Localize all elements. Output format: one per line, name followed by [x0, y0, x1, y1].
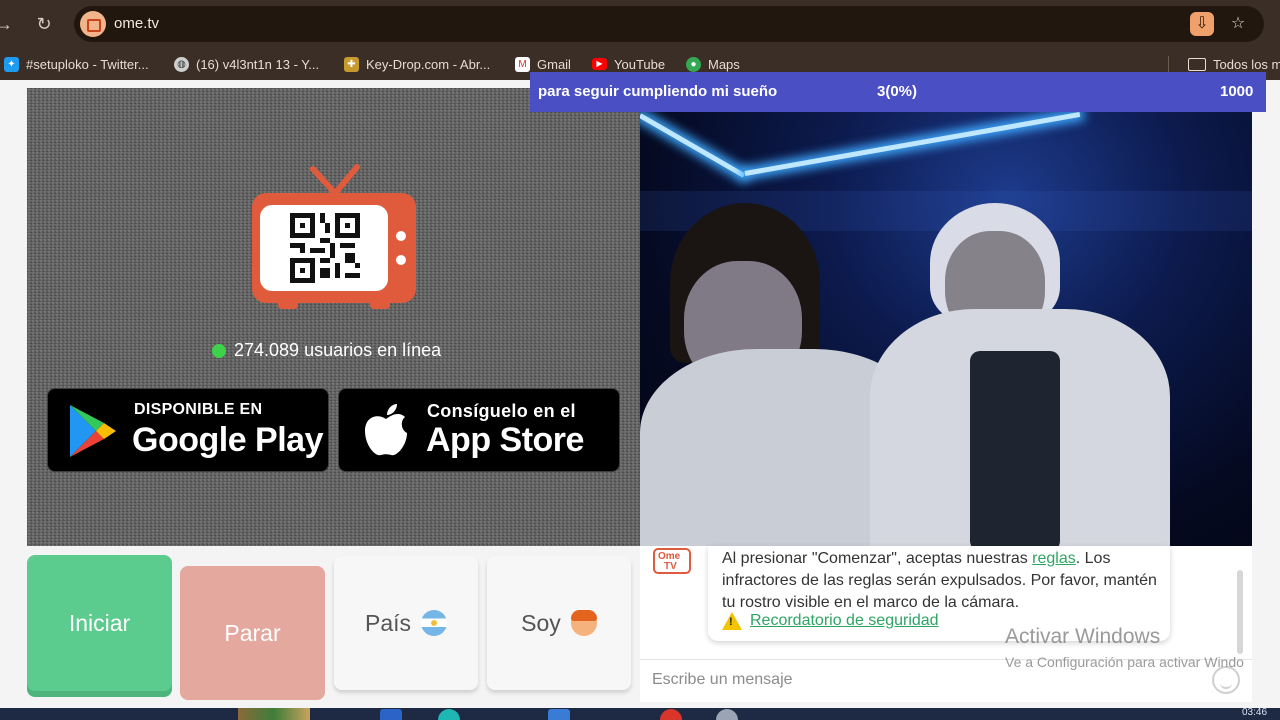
- bookmark-star-icon[interactable]: ☆: [1226, 12, 1250, 36]
- tv-knob: [396, 255, 406, 265]
- apple-logo-icon: [365, 404, 407, 456]
- tv-foot: [370, 301, 390, 309]
- taskbar-clock: 03:46: [1242, 707, 1268, 718]
- country-button[interactable]: País: [334, 556, 478, 690]
- argentina-flag-icon: [421, 610, 448, 636]
- rules-message-start: Al presionar "Comenzar", aceptas nuestra…: [722, 550, 1033, 567]
- google-play-icon: [70, 405, 116, 457]
- maps-pin-icon: ●: [686, 56, 701, 72]
- bookmark-label: #setuploko - Twitter...: [26, 56, 149, 72]
- stream-goal-banner: para seguir cumpliendo mi sueño 3(0%) 10…: [530, 72, 1266, 112]
- tv-knob: [396, 231, 406, 241]
- folder-icon: [1188, 57, 1206, 71]
- online-users-text: 274.089 usuarios en línea: [234, 340, 442, 360]
- activation-watermark-title: Activar Windows: [1005, 625, 1161, 648]
- bookmark-twitter[interactable]: ✦ #setuploko - Twitter...: [4, 55, 149, 73]
- safety-reminder: Recordatorio de seguridad: [722, 612, 939, 630]
- twitter-bird-icon: ✦: [4, 56, 19, 72]
- bookmark-label: Key-Drop.com - Abr...: [366, 56, 491, 72]
- taskbar-app-icon[interactable]: [380, 709, 402, 720]
- screen: → ↻ ome.tv ⇩ ☆ ✦ #setuploko - Twitter...…: [0, 0, 1280, 720]
- gender-label: Soy: [521, 609, 561, 636]
- emoji-smiley-icon[interactable]: [1212, 666, 1240, 694]
- logo-bottom-text: TV: [664, 561, 677, 572]
- app-store-button[interactable]: Consíguelo en el App Store: [338, 388, 620, 472]
- rules-message: Al presionar "Comenzar", aceptas nuestra…: [722, 548, 1162, 614]
- stop-label: Parar: [224, 619, 281, 646]
- bookmark-gmail[interactable]: M Gmail: [515, 55, 571, 73]
- ometv-logo: Ome TV: [653, 548, 691, 574]
- gender-button[interactable]: Soy: [487, 556, 631, 690]
- partner-video: [640, 111, 1252, 546]
- message-input[interactable]: [652, 668, 1202, 692]
- goal-amount: 1000: [1220, 83, 1254, 100]
- start-button[interactable]: Iniciar: [27, 555, 172, 691]
- person-inner-shirt: [970, 351, 1060, 546]
- globe-icon: ◍: [174, 56, 189, 72]
- bookmarks-divider: [1168, 56, 1169, 72]
- tv-antenna-icon: [310, 164, 360, 194]
- bookmark-label: Gmail: [537, 56, 571, 72]
- tv-screen: [260, 205, 388, 291]
- gmail-icon: M: [515, 56, 530, 72]
- bookmark-youtube-channel[interactable]: ◍ (16) v4l3nt1n 13 - Y...: [174, 55, 319, 73]
- google-play-small-text: DISPONIBLE EN: [134, 401, 263, 418]
- app-store-small-text: Consíguelo en el: [427, 401, 576, 421]
- stop-button[interactable]: Parar: [180, 566, 325, 700]
- bookmark-all-folder[interactable]: Todos los m: [1188, 55, 1280, 73]
- install-app-icon[interactable]: ⇩: [1190, 12, 1214, 36]
- google-play-button[interactable]: DISPONIBLE EN Google Play: [47, 388, 329, 472]
- app-store-big-text: App Store: [426, 421, 584, 459]
- bookmark-keydrop[interactable]: ✚ Key-Drop.com - Abr...: [344, 55, 490, 73]
- taskbar-thumbnail[interactable]: [238, 708, 310, 720]
- url-text: ome.tv: [114, 15, 160, 32]
- taskbar-app-icon[interactable]: [660, 709, 682, 720]
- boy-emoji-icon: [570, 610, 597, 636]
- taskbar-app-icon[interactable]: [548, 709, 570, 720]
- taskbar-app-icon[interactable]: [716, 709, 738, 720]
- address-bar[interactable]: ome.tv ⇩ ☆: [74, 6, 1264, 42]
- chat-scrollbar[interactable]: [1237, 570, 1243, 654]
- safety-reminder-link[interactable]: Recordatorio de seguridad: [750, 612, 939, 630]
- youtube-play-icon: ▶: [592, 58, 607, 70]
- reload-icon[interactable]: ↻: [32, 12, 56, 36]
- goal-progress: 3(0%): [877, 83, 918, 100]
- goal-text: para seguir cumpliendo mi sueño: [538, 83, 778, 100]
- bookmark-label: YouTube: [614, 56, 666, 72]
- chat-panel: Ome TV Al presionar "Comenzar", aceptas …: [640, 546, 1252, 702]
- tv-qr-icon: [252, 163, 416, 313]
- keydrop-icon: ✚: [344, 56, 359, 72]
- bookmark-label: (16) v4l3nt1n 13 - Y...: [196, 56, 320, 72]
- online-dot-icon: [212, 343, 226, 358]
- warning-icon: [722, 612, 742, 630]
- qr-code[interactable]: [290, 213, 360, 283]
- ometv-page: 274.089 usuarios en línea DISPONIBLE EN …: [0, 72, 1280, 708]
- start-label: Iniciar: [68, 609, 131, 636]
- bookmark-maps[interactable]: ● Maps: [686, 55, 740, 73]
- browser-toolbar: → ↻ ome.tv ⇩ ☆: [0, 0, 1280, 48]
- tv-foot: [278, 301, 298, 309]
- bookmark-youtube[interactable]: ▶ YouTube: [592, 55, 665, 73]
- activation-watermark-subtitle: Ve a Configuración para activar Windo: [1005, 654, 1244, 670]
- taskbar-app-icon[interactable]: [438, 709, 460, 720]
- tv-body: [252, 193, 416, 303]
- bookmark-label: Maps: [708, 56, 740, 72]
- rules-link[interactable]: reglas: [1032, 550, 1076, 567]
- bookmark-label: Todos los m: [1213, 56, 1280, 72]
- online-users-count: 274.089 usuarios en línea: [212, 340, 441, 361]
- taskbar: 03:46: [0, 707, 1280, 720]
- neon-light: [640, 113, 746, 178]
- back-arrow-icon[interactable]: →: [0, 12, 16, 36]
- promo-panel: 274.089 usuarios en línea DISPONIBLE EN …: [27, 88, 640, 546]
- neon-light: [744, 111, 1081, 176]
- site-camera-icon: [80, 11, 106, 37]
- google-play-big-text: Google Play: [132, 421, 324, 459]
- country-label: País: [364, 609, 412, 636]
